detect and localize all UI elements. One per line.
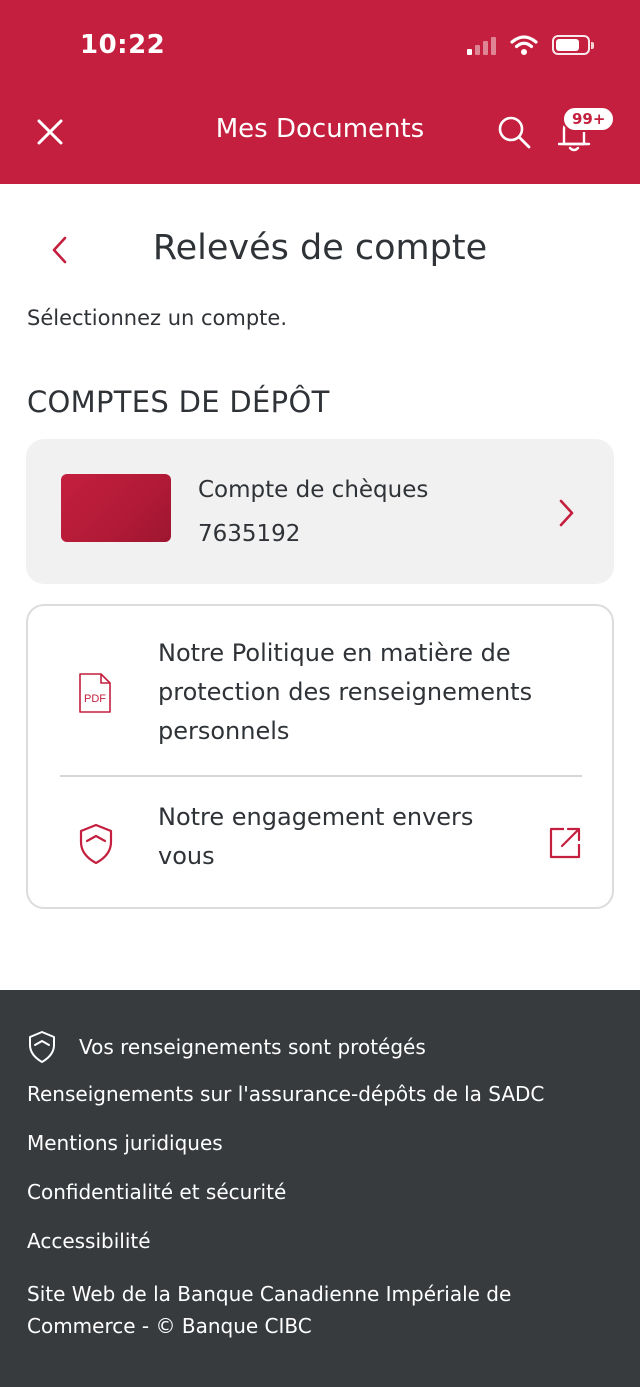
- search-icon: [498, 116, 531, 149]
- account-number: 7635192: [198, 521, 301, 547]
- divider: [60, 775, 582, 777]
- header-title: Mes Documents: [215, 114, 425, 144]
- footer-link-sadc[interactable]: Renseignements sur l'assurance-dépôts de…: [27, 1082, 544, 1106]
- instruction-text: Sélectionnez un compte.: [27, 306, 288, 330]
- footer-copyright: Site Web de la Banque Canadienne Impéria…: [27, 1282, 512, 1338]
- app-header: 10:22 Mes Documents 99+: [0, 0, 640, 184]
- pdf-icon: PDF: [79, 673, 111, 713]
- privacy-policy-link[interactable]: PDF Notre Politique en matière de protec…: [28, 634, 612, 774]
- status-time: 10:22: [80, 30, 166, 60]
- footer: Vos renseignements sont protégés Renseig…: [0, 990, 640, 1387]
- card-image: [61, 474, 171, 542]
- external-link-icon: [549, 827, 581, 859]
- page-title: Relevés de compte: [152, 228, 488, 268]
- footer-secure: Vos renseignements sont protégés: [27, 1030, 426, 1064]
- account-name: Compte de chèques: [198, 477, 429, 503]
- account-card[interactable]: Compte de chèques 7635192: [26, 439, 614, 584]
- privacy-policy-label: Notre Politique en matière de protection…: [158, 639, 533, 745]
- footer-secure-text: Vos renseignements sont protégés: [79, 1035, 426, 1059]
- shield-icon: [79, 823, 113, 865]
- status-icons: [467, 34, 594, 56]
- section-title: COMPTES DE DÉPÔT: [27, 385, 330, 419]
- footer-link-accessibility[interactable]: Accessibilité: [27, 1229, 151, 1253]
- shield-icon: [29, 1031, 55, 1063]
- commitment-link[interactable]: Notre engagement envers vous: [28, 803, 612, 896]
- chevron-right-icon: [559, 499, 574, 527]
- search-button[interactable]: [496, 114, 532, 150]
- battery-icon: [552, 35, 594, 55]
- commitment-label: Notre engagement envers vous: [158, 803, 474, 870]
- footer-link-legal[interactable]: Mentions juridiques: [27, 1131, 223, 1155]
- documents-links-card: PDF Notre Politique en matière de protec…: [26, 604, 614, 909]
- notification-badge: 99+: [562, 106, 616, 132]
- footer-link-privacy[interactable]: Confidentialité et sécurité: [27, 1180, 286, 1204]
- wifi-icon: [510, 35, 538, 55]
- pdf-label: PDF: [84, 693, 106, 705]
- signal-icon: [467, 35, 496, 55]
